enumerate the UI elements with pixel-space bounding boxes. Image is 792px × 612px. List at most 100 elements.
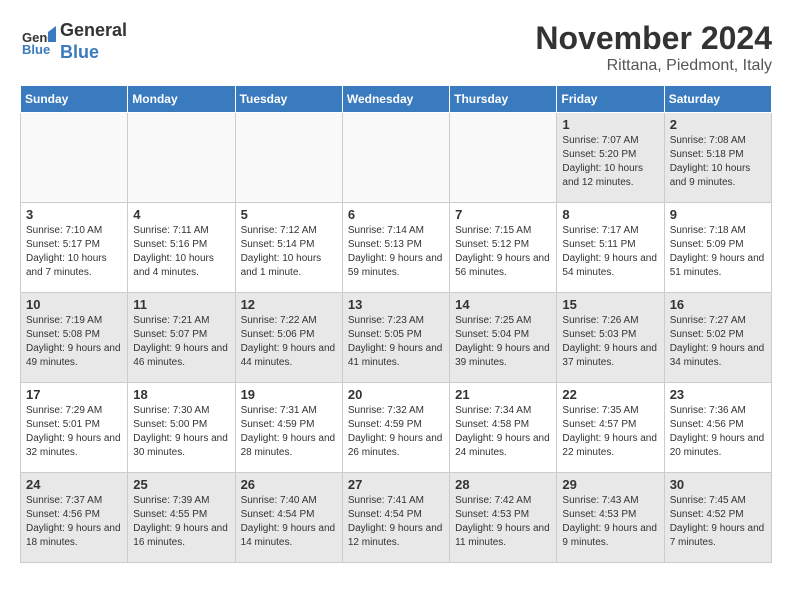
day-number: 21 — [455, 387, 551, 402]
calendar-cell: 15 Sunrise: 7:26 AM Sunset: 5:03 PM Dayli… — [557, 293, 664, 383]
day-info: Sunrise: 7:08 AM Sunset: 5:18 PM Dayligh… — [670, 134, 766, 190]
day-number: 16 — [670, 297, 766, 312]
weekday-header: Thursday — [450, 86, 557, 113]
logo-line1: General — [60, 20, 127, 42]
calendar-table: SundayMondayTuesdayWednesdayThursdayFrid… — [20, 85, 772, 563]
day-number: 5 — [241, 207, 337, 222]
day-info: Sunrise: 7:19 AM Sunset: 5:08 PM Dayligh… — [26, 314, 122, 370]
day-number: 4 — [133, 207, 229, 222]
calendar-cell: 2Sunrise: 7:08 AM Sunset: 5:18 PM Daylig… — [664, 113, 771, 203]
calendar-header-row: SundayMondayTuesdayWednesdayThursdayFrid… — [21, 86, 772, 113]
calendar-cell: 3 Sunrise: 7:10 AM Sunset: 5:17 PM Daylig… — [21, 203, 128, 293]
calendar-cell: 25 Sunrise: 7:39 AM Sunset: 4:55 PM Dayli… — [128, 473, 235, 563]
day-info: Sunrise: 7:40 AM Sunset: 4:54 PM Dayligh… — [241, 494, 337, 550]
calendar-cell: 19 Sunrise: 7:31 AM Sunset: 4:59 PM Dayli… — [235, 383, 342, 473]
calendar-week-row: 3 Sunrise: 7:10 AM Sunset: 5:17 PM Daylig… — [21, 203, 772, 293]
day-info: Sunrise: 7:31 AM Sunset: 4:59 PM Dayligh… — [241, 404, 337, 460]
day-number: 12 — [241, 297, 337, 312]
calendar-cell: 18 Sunrise: 7:30 AM Sunset: 5:00 PM Dayli… — [128, 383, 235, 473]
calendar-cell: 13Sunrise: 7:23 AM Sunset: 5:05 PM Dayli… — [342, 293, 449, 383]
logo-line2: Blue — [60, 42, 127, 64]
calendar-body: 1 Sunrise: 7:07 AM Sunset: 5:20 PM Daylig… — [21, 113, 772, 563]
day-info: Sunrise: 7:43 AM Sunset: 4:53 PM Dayligh… — [562, 494, 658, 550]
calendar-week-row: 17 Sunrise: 7:29 AM Sunset: 5:01 PM Dayli… — [21, 383, 772, 473]
day-number: 28 — [455, 477, 551, 492]
calendar-cell: 30 Sunrise: 7:45 AM Sunset: 4:52 PM Dayli… — [664, 473, 771, 563]
day-info: Sunrise: 7:39 AM Sunset: 4:55 PM Dayligh… — [133, 494, 229, 550]
calendar-cell: 24 Sunrise: 7:37 AM Sunset: 4:56 PM Dayli… — [21, 473, 128, 563]
day-info: Sunrise: 7:18 AM Sunset: 5:09 PM Dayligh… — [670, 224, 766, 280]
day-number: 18 — [133, 387, 229, 402]
day-info: Sunrise: 7:30 AM Sunset: 5:00 PM Dayligh… — [133, 404, 229, 460]
day-info: Sunrise: 7:34 AM Sunset: 4:58 PM Dayligh… — [455, 404, 551, 460]
calendar-cell — [235, 113, 342, 203]
day-info: Sunrise: 7:32 AM Sunset: 4:59 PM Dayligh… — [348, 404, 444, 460]
weekday-header: Sunday — [21, 86, 128, 113]
calendar-cell: 5 Sunrise: 7:12 AM Sunset: 5:14 PM Daylig… — [235, 203, 342, 293]
day-number: 24 — [26, 477, 122, 492]
day-number: 30 — [670, 477, 766, 492]
weekday-header: Monday — [128, 86, 235, 113]
day-info: Sunrise: 7:29 AM Sunset: 5:01 PM Dayligh… — [26, 404, 122, 460]
day-info: Sunrise: 7:11 AM Sunset: 5:16 PM Dayligh… — [133, 224, 229, 280]
logo-icon: General Blue — [20, 24, 56, 60]
day-info: Sunrise: 7:12 AM Sunset: 5:14 PM Dayligh… — [241, 224, 337, 280]
day-number: 29 — [562, 477, 658, 492]
day-info: Sunrise: 7:22 AM Sunset: 5:06 PM Dayligh… — [241, 314, 337, 370]
calendar-cell: 12 Sunrise: 7:22 AM Sunset: 5:06 PM Dayli… — [235, 293, 342, 383]
day-number: 11 — [133, 297, 229, 312]
day-number: 19 — [241, 387, 337, 402]
day-info: Sunrise: 7:45 AM Sunset: 4:52 PM Dayligh… — [670, 494, 766, 550]
calendar-cell: 29 Sunrise: 7:43 AM Sunset: 4:53 PM Dayli… — [557, 473, 664, 563]
calendar-cell: 27 Sunrise: 7:41 AM Sunset: 4:54 PM Dayli… — [342, 473, 449, 563]
day-number: 25 — [133, 477, 229, 492]
day-info: Sunrise: 7:41 AM Sunset: 4:54 PM Dayligh… — [348, 494, 444, 550]
weekday-header: Friday — [557, 86, 664, 113]
calendar-cell: 6Sunrise: 7:14 AM Sunset: 5:13 PM Daylig… — [342, 203, 449, 293]
day-info: Sunrise: 7:10 AM Sunset: 5:17 PM Dayligh… — [26, 224, 122, 280]
calendar-week-row: 1 Sunrise: 7:07 AM Sunset: 5:20 PM Daylig… — [21, 113, 772, 203]
day-number: 9 — [670, 207, 766, 222]
calendar-cell: 11 Sunrise: 7:21 AM Sunset: 5:07 PM Dayli… — [128, 293, 235, 383]
logo: General Blue General Blue — [20, 20, 127, 63]
day-number: 22 — [562, 387, 658, 402]
calendar-cell: 9 Sunrise: 7:18 AM Sunset: 5:09 PM Daylig… — [664, 203, 771, 293]
page-header: General Blue General Blue November 2024 … — [20, 20, 772, 75]
title-block: November 2024 Rittana, Piedmont, Italy — [535, 20, 772, 75]
day-info: Sunrise: 7:23 AM Sunset: 5:05 PM Dayligh… — [348, 314, 444, 370]
day-info: Sunrise: 7:37 AM Sunset: 4:56 PM Dayligh… — [26, 494, 122, 550]
calendar-cell — [342, 113, 449, 203]
day-info: Sunrise: 7:26 AM Sunset: 5:03 PM Dayligh… — [562, 314, 658, 370]
day-number: 1 — [562, 117, 658, 132]
calendar-cell: 4 Sunrise: 7:11 AM Sunset: 5:16 PM Daylig… — [128, 203, 235, 293]
day-info: Sunrise: 7:15 AM Sunset: 5:12 PM Dayligh… — [455, 224, 551, 280]
day-number: 27 — [348, 477, 444, 492]
month-title: November 2024 — [535, 20, 772, 57]
day-info: Sunrise: 7:36 AM Sunset: 4:56 PM Dayligh… — [670, 404, 766, 460]
calendar-cell: 22Sunrise: 7:35 AM Sunset: 4:57 PM Dayli… — [557, 383, 664, 473]
day-info: Sunrise: 7:21 AM Sunset: 5:07 PM Dayligh… — [133, 314, 229, 370]
day-info: Sunrise: 7:25 AM Sunset: 5:04 PM Dayligh… — [455, 314, 551, 370]
day-info: Sunrise: 7:07 AM Sunset: 5:20 PM Dayligh… — [562, 134, 658, 190]
calendar-cell: 23Sunrise: 7:36 AM Sunset: 4:56 PM Dayli… — [664, 383, 771, 473]
calendar-cell — [128, 113, 235, 203]
day-number: 26 — [241, 477, 337, 492]
calendar-cell: 17 Sunrise: 7:29 AM Sunset: 5:01 PM Dayli… — [21, 383, 128, 473]
location: Rittana, Piedmont, Italy — [535, 57, 772, 75]
weekday-header: Saturday — [664, 86, 771, 113]
day-info: Sunrise: 7:17 AM Sunset: 5:11 PM Dayligh… — [562, 224, 658, 280]
day-number: 3 — [26, 207, 122, 222]
day-number: 17 — [26, 387, 122, 402]
day-number: 10 — [26, 297, 122, 312]
calendar-cell: 8 Sunrise: 7:17 AM Sunset: 5:11 PM Daylig… — [557, 203, 664, 293]
day-number: 8 — [562, 207, 658, 222]
day-number: 15 — [562, 297, 658, 312]
day-number: 20 — [348, 387, 444, 402]
day-number: 14 — [455, 297, 551, 312]
calendar-cell — [450, 113, 557, 203]
day-number: 6 — [348, 207, 444, 222]
calendar-cell: 26 Sunrise: 7:40 AM Sunset: 4:54 PM Dayli… — [235, 473, 342, 563]
day-info: Sunrise: 7:27 AM Sunset: 5:02 PM Dayligh… — [670, 314, 766, 370]
calendar-cell: 28Sunrise: 7:42 AM Sunset: 4:53 PM Dayli… — [450, 473, 557, 563]
calendar-cell: 1 Sunrise: 7:07 AM Sunset: 5:20 PM Daylig… — [557, 113, 664, 203]
